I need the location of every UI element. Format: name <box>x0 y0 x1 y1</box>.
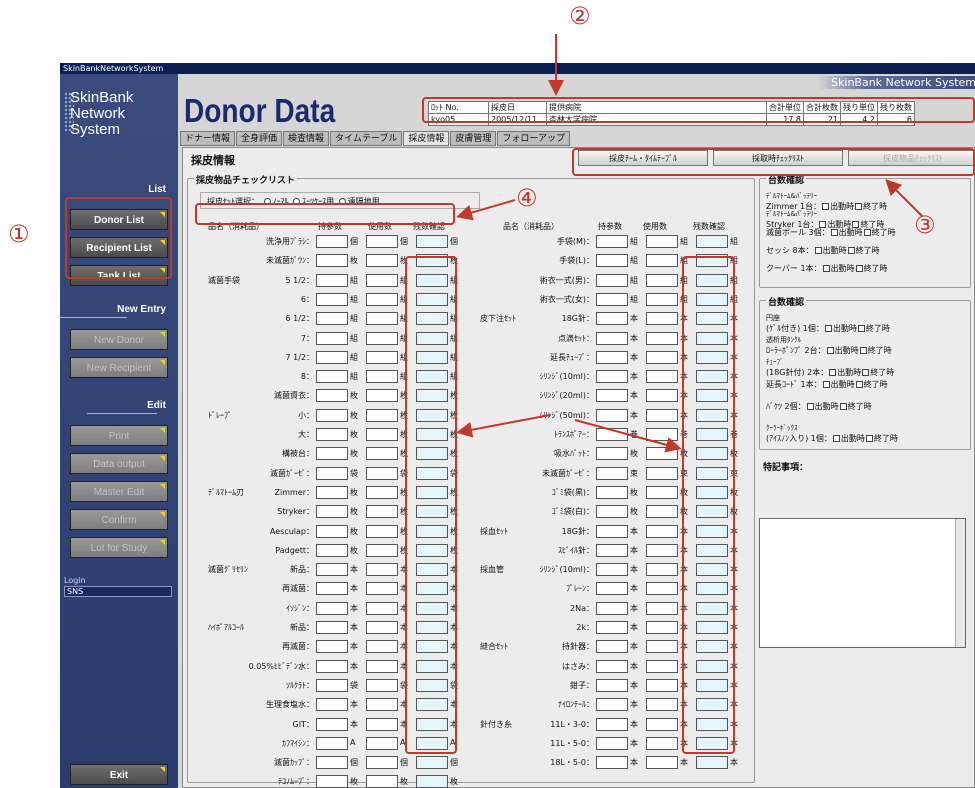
arrow-5-right <box>574 419 682 453</box>
arrow-5-left <box>456 414 551 438</box>
annotation-arrows <box>456 34 923 453</box>
arrow-3 <box>885 179 923 217</box>
arrow-4 <box>456 199 516 221</box>
